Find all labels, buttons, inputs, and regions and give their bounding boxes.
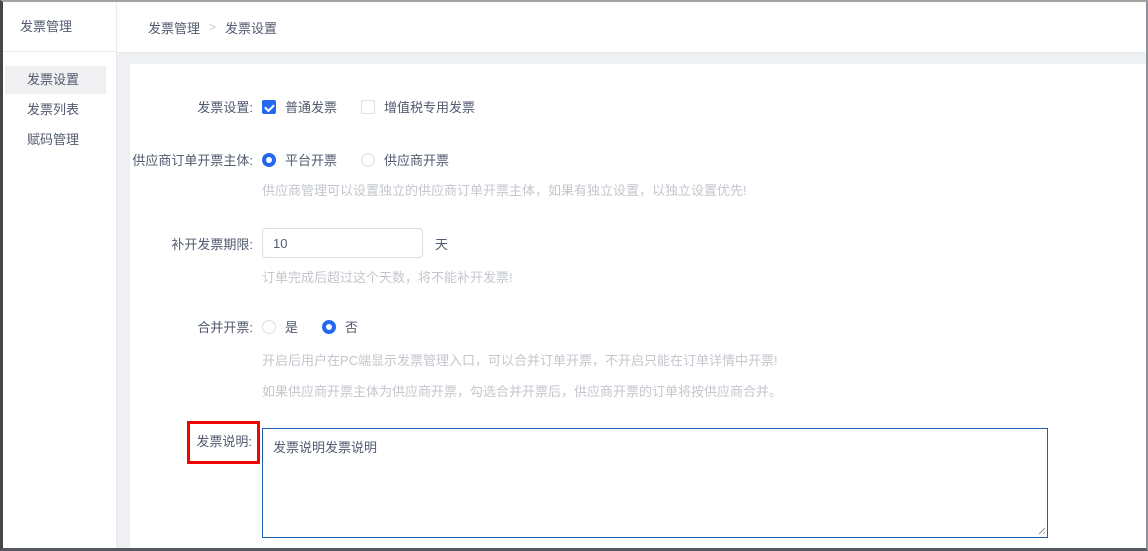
radio-unselected-icon[interactable] (262, 320, 276, 334)
sidebar-item-code-management[interactable]: 赋码管理 (5, 126, 106, 154)
radio-selected-icon[interactable] (262, 153, 276, 167)
app-window: 发票管理 发票设置 发票列表 赋码管理 发票管理 > 发票设置 发票设置: (0, 0, 1148, 551)
supplier-subject-help-text: 供应商管理可以设置独立的供应商订单开票主体，如果有独立设置，以独立设置优先! (262, 180, 1146, 199)
checkbox-checked-icon[interactable] (262, 100, 276, 114)
reissue-days-input[interactable] (262, 228, 423, 258)
reissue-period-label: 补开发票期限: (130, 234, 253, 253)
content-column: 发票管理 > 发票设置 发票设置: 普通发票 (117, 2, 1146, 548)
invoice-note-label: 发票说明: (196, 434, 252, 449)
invoice-setting-label: 发票设置: (130, 97, 253, 116)
radio-merge-no-label: 否 (345, 317, 358, 336)
invoice-note-textarea[interactable]: 发票说明发票说明 (262, 428, 1048, 538)
checkbox-vat-special-invoice[interactable]: 增值税专用发票 (361, 97, 475, 116)
radio-unselected-icon[interactable] (361, 153, 375, 167)
settings-panel: 发票设置: 普通发票 增值税专用发票 (130, 64, 1146, 548)
radio-supplier-invoicing[interactable]: 供应商开票 (361, 150, 449, 169)
breadcrumb: 发票管理 > 发票设置 (117, 2, 1146, 53)
radio-merge-yes-label: 是 (285, 317, 298, 336)
form-row-merge-invoice: 合并开票: 是 否 开启后用户在PC端显示发票管理入口 (130, 317, 1146, 400)
invoice-note-help-text: 显示在前端发票说明中! (262, 546, 1146, 548)
breadcrumb-separator-icon: > (209, 20, 216, 34)
radio-platform-invoicing-label: 平台开票 (285, 150, 337, 169)
checkbox-unchecked-icon[interactable] (361, 100, 375, 114)
reissue-period-unit: 天 (435, 234, 448, 253)
reissue-period-help-text: 订单完成后超过这个天数，将不能补开发票! (262, 267, 1146, 286)
form-row-supplier-subject: 供应商订单开票主体: 平台开票 供应商开票 供应商管理 (130, 150, 1146, 199)
radio-merge-yes[interactable]: 是 (262, 317, 298, 336)
main-area: 发票设置: 普通发票 增值税专用发票 (117, 53, 1146, 548)
breadcrumb-item-invoice-settings: 发票设置 (225, 18, 277, 37)
invoice-note-label-cell: 发票说明: (130, 428, 253, 464)
radio-merge-no[interactable]: 否 (322, 317, 358, 336)
radio-selected-icon[interactable] (322, 320, 336, 334)
sidebar-item-invoice-list[interactable]: 发票列表 (5, 96, 106, 124)
form-row-reissue-period: 补开发票期限: 天 订单完成后超过这个天数，将不能补开发票! (130, 228, 1146, 286)
checkbox-ordinary-invoice[interactable]: 普通发票 (262, 97, 337, 116)
radio-supplier-invoicing-label: 供应商开票 (384, 150, 449, 169)
merge-invoice-help-text-1: 开启后用户在PC端显示发票管理入口，可以合并订单开票，不开启只能在订单详情中开票… (262, 350, 1146, 369)
radio-platform-invoicing[interactable]: 平台开票 (262, 150, 337, 169)
sidebar: 发票管理 发票设置 发票列表 赋码管理 (3, 2, 117, 548)
form-row-invoice-setting: 发票设置: 普通发票 增值税专用发票 (130, 97, 1146, 116)
checkbox-ordinary-invoice-label: 普通发票 (285, 97, 337, 116)
form-row-invoice-note: 发票说明: 发票说明发票说明 显示在前端发票说明中! (130, 428, 1146, 548)
sidebar-item-invoice-settings[interactable]: 发票设置 (5, 66, 106, 94)
red-annotation-box: 发票说明: (187, 421, 260, 464)
checkbox-vat-special-invoice-label: 增值税专用发票 (384, 97, 475, 116)
merge-invoice-help-text-2: 如果供应商开票主体为供应商开票，勾选合并开票后，供应商开票的订单将按供应商合并。 (262, 381, 1146, 400)
breadcrumb-item-invoice-management[interactable]: 发票管理 (148, 18, 200, 37)
supplier-subject-label: 供应商订单开票主体: (130, 150, 253, 169)
invoice-note-textarea-wrap: 发票说明发票说明 (262, 428, 1048, 538)
sidebar-menu: 发票设置 发票列表 赋码管理 (3, 52, 116, 156)
merge-invoice-label: 合并开票: (130, 317, 253, 336)
sidebar-title: 发票管理 (3, 2, 116, 52)
